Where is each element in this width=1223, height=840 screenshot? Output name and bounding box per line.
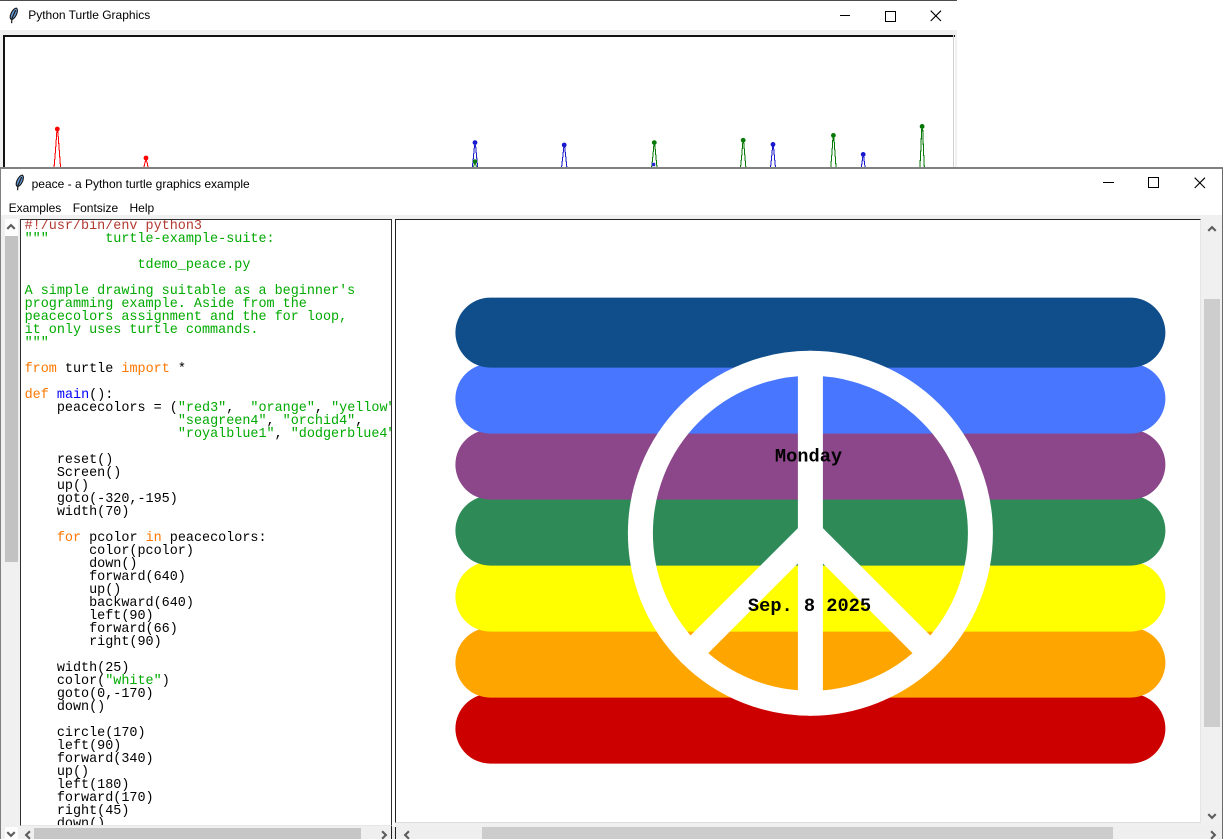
svg-text:Monday: Monday [775, 446, 842, 468]
svg-text:Sep. 8 2025: Sep. 8 2025 [748, 595, 871, 617]
